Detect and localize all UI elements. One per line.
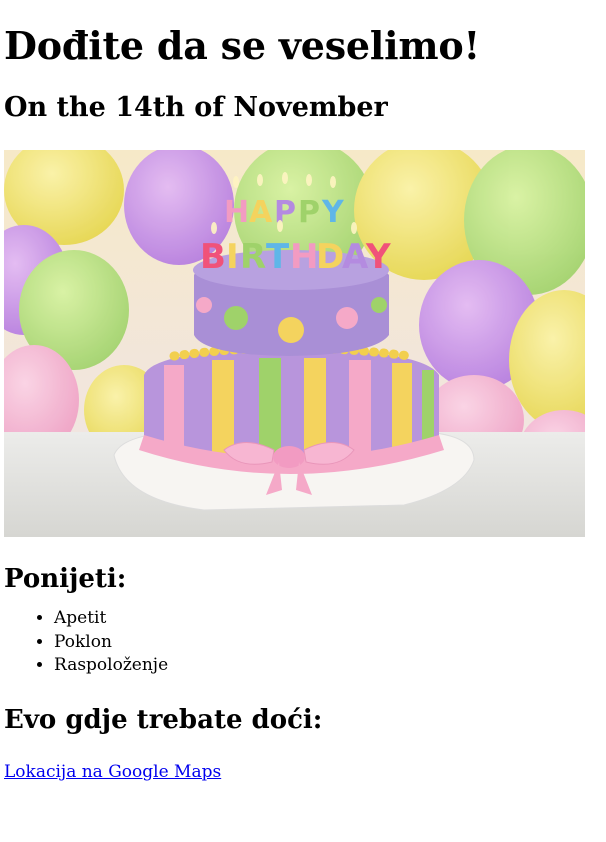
svg-text:A: A — [342, 237, 369, 277]
svg-text:R: R — [240, 237, 266, 277]
page-title: Dođite da se veselimo! — [4, 23, 481, 68]
svg-text:Y: Y — [321, 195, 345, 230]
google-maps-link[interactable]: Lokacija na Google Maps — [4, 762, 221, 782]
svg-text:P: P — [298, 195, 320, 230]
event-date: On the 14th of November — [4, 92, 388, 123]
list-item: Poklon — [54, 631, 598, 655]
bring-heading: Ponijeti: — [4, 564, 127, 594]
svg-text:A: A — [249, 195, 273, 230]
list-item: Raspoloženje — [54, 654, 598, 678]
list-item: Apetit — [54, 607, 598, 631]
birthday-cake-image: H A P P Y B I R T H D A Y — [4, 150, 585, 537]
invitation-page: Dođite da se veselimo! On the 14th of No… — [0, 20, 606, 782]
svg-text:B: B — [200, 237, 226, 277]
svg-text:I: I — [226, 237, 239, 277]
svg-text:D: D — [316, 237, 344, 277]
svg-text:H: H — [224, 195, 249, 230]
svg-text:Y: Y — [365, 237, 391, 277]
bring-list: Apetit Poklon Raspoloženje — [4, 607, 598, 678]
svg-text:T: T — [266, 237, 290, 277]
svg-text:H: H — [290, 237, 318, 277]
location-heading: Evo gdje trebate doći: — [4, 704, 323, 735]
